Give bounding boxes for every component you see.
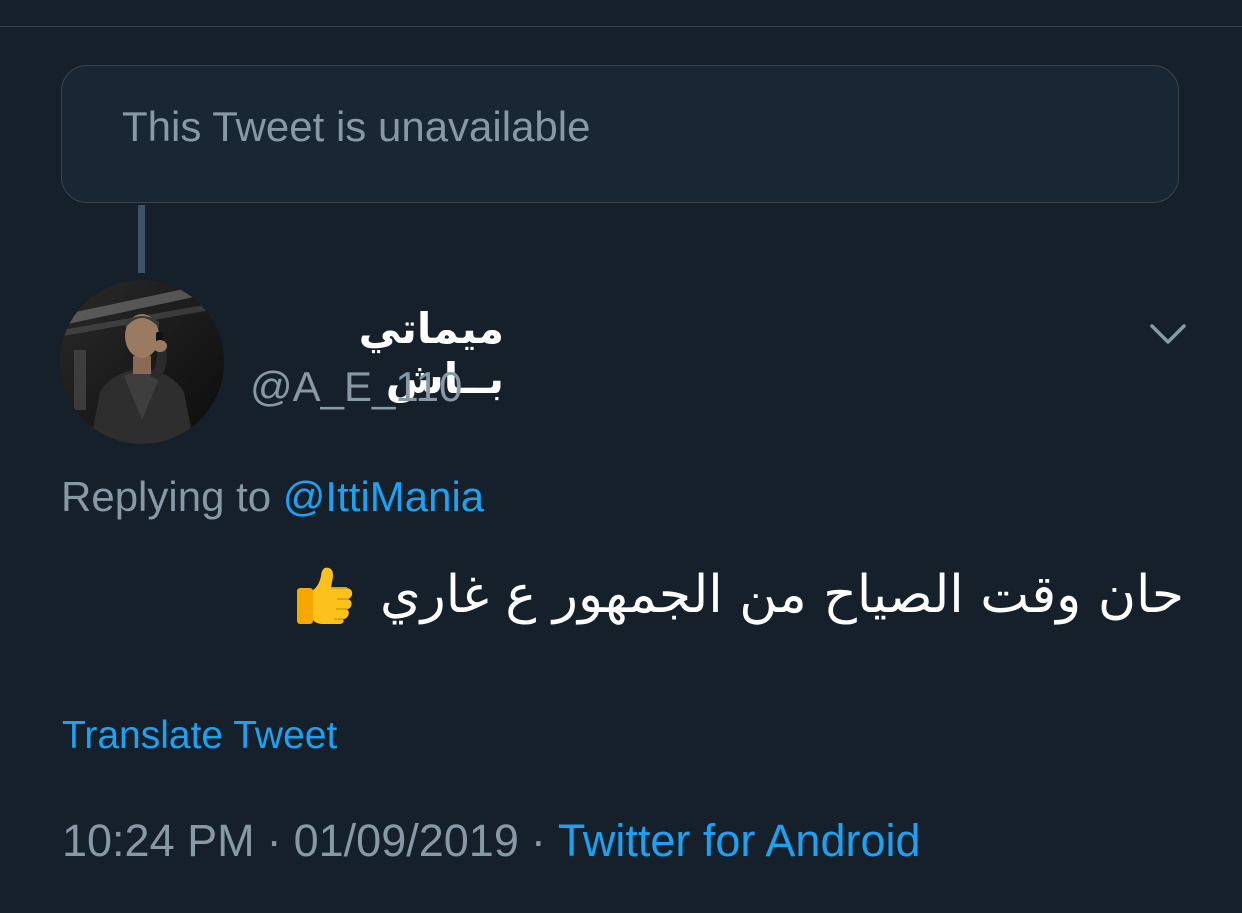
chevron-down-icon[interactable] (1148, 318, 1188, 354)
avatar-image (60, 280, 224, 444)
tweet-detail-page: This Tweet is unavailable ميماتي بــاش @… (0, 0, 1242, 913)
replying-to-label: Replying to (61, 473, 272, 520)
author-handle[interactable]: @A_E_110 (250, 366, 462, 408)
unavailable-tweet-card: This Tweet is unavailable (61, 65, 1179, 203)
meta-separator: · (266, 815, 282, 866)
reply-mention-link[interactable]: @IttiMania (283, 473, 484, 520)
top-divider (0, 26, 1242, 27)
thread-connector-line (138, 205, 145, 273)
tweet-source-link[interactable]: Twitter for Android (558, 815, 921, 866)
thumbs-up-icon (291, 560, 357, 626)
tweet-metadata: 10:24 PM · 01/09/2019 · Twitter for Android (62, 818, 921, 863)
avatar[interactable] (60, 280, 224, 444)
translate-tweet-link[interactable]: Translate Tweet (62, 716, 337, 755)
tweet-text: حان وقت الصياح من الجمهور ع غاري (379, 565, 1184, 625)
tweet-date: 01/09/2019 (293, 815, 519, 866)
replying-to-line: Replying to @IttiMania (61, 476, 484, 518)
tweet-body: حان وقت الصياح من الجمهور ع غاري (291, 560, 1184, 626)
unavailable-tweet-text: This Tweet is unavailable (122, 103, 591, 150)
meta-separator: · (530, 815, 546, 866)
tweet-time: 10:24 PM (62, 815, 255, 866)
